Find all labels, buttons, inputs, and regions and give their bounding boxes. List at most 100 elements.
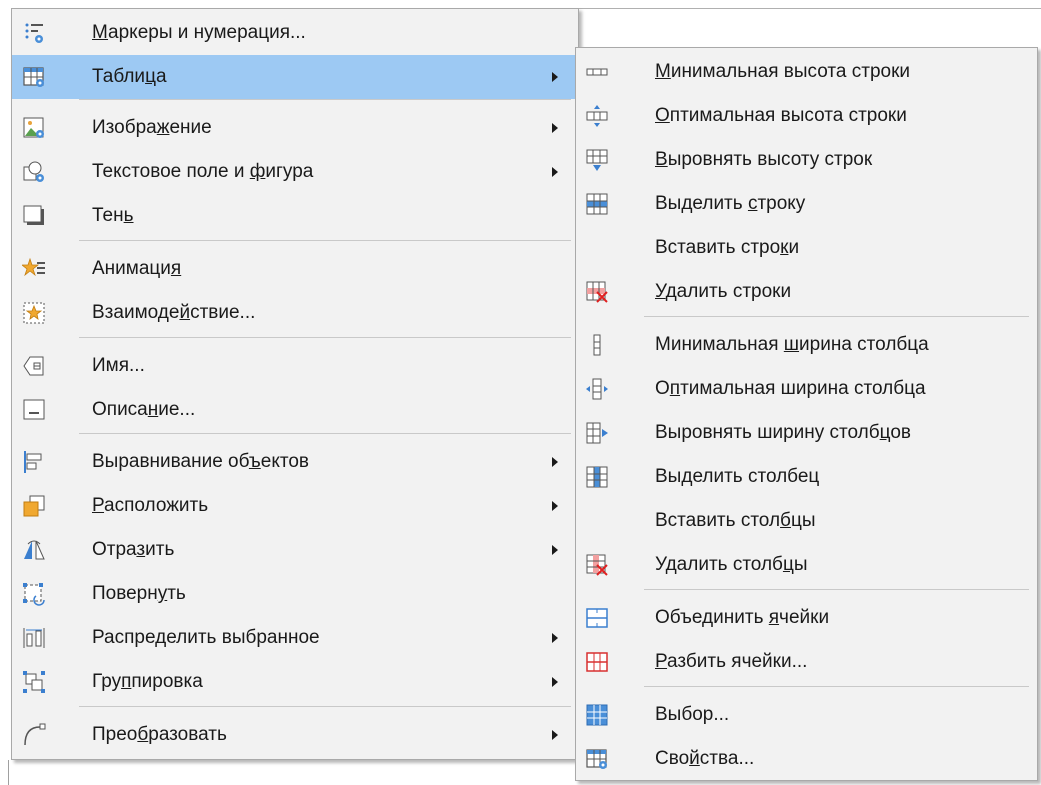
menu-item-description[interactable]: Описание... [12,388,578,432]
text-box-shape-icon [22,160,46,184]
menu-item-table-properties[interactable]: Свойства... [576,737,1037,781]
flip-icon [22,538,46,562]
menu-item-label: Удалить строки [655,281,792,302]
menu-item-label: Оптимальная ширина столбца [655,378,926,399]
menu-item-select-column[interactable]: Выделить столбец [576,455,1037,499]
menu-item-min-column-width[interactable]: Минимальная ширина столбца [576,323,1037,367]
menu-item-label: Взаимодействие... [92,302,256,323]
rotate-icon [22,582,46,606]
menu-item-delete-columns[interactable]: Удалить столбцы [576,543,1037,587]
menu-item-text-box-shape[interactable]: Текстовое поле и фигура [12,150,578,194]
distribute-icon [22,626,46,650]
window-edge-top [578,8,1041,9]
menu-item-label: Таблица [92,66,167,87]
menu-item-label: Выравнивание объектов [92,451,310,472]
bullets-numbering-icon [22,21,46,45]
submenu-arrow-icon [552,501,558,511]
menu-item-label: Распределить выбранное [92,627,320,648]
menu-item-merge-cells[interactable]: Объединить ячейки [576,596,1037,640]
optimal-column-width-icon [585,377,609,401]
menu-item-label: Вставить строки [655,237,800,258]
submenu-arrow-icon [552,730,558,740]
split-cells-icon [585,650,609,674]
menu-item-label: Отразить [92,539,175,560]
delete-rows-icon [585,280,609,304]
menu-item-distribute-columns[interactable]: Выровнять ширину столбцов [576,411,1037,455]
menu-item-optimal-column-width[interactable]: Оптимальная ширина столбца [576,367,1037,411]
menu-item-delete-rows[interactable]: Удалить строки [576,270,1037,314]
delete-columns-icon [585,553,609,577]
menu-item-animation[interactable]: Анимация [12,247,578,291]
menu-item-bullets-numbering[interactable]: Маркеры и нумерация... [12,11,578,55]
table-submenu: Минимальная высота строки Оптимальная вы… [575,47,1038,781]
menu-item-convert[interactable]: Преобразовать [12,713,578,757]
menu-item-label: Свойства... [655,748,755,769]
menu-item-align-objects[interactable]: Выравнивание объектов [12,440,578,484]
animation-icon [22,257,46,281]
group-icon [22,670,46,694]
submenu-arrow-icon [552,72,558,82]
min-column-width-icon [585,333,609,357]
menu-item-label: Маркеры и нумерация... [92,22,306,43]
align-objects-icon [22,450,46,474]
convert-icon [22,723,46,747]
menu-item-distribute[interactable]: Распределить выбранное [12,616,578,660]
menu-separator [79,240,571,241]
menu-item-optimal-row-height[interactable]: Оптимальная высота строки [576,94,1037,138]
menu-item-label: Объединить ячейки [655,607,830,628]
menu-item-interaction[interactable]: Взаимодействие... [12,291,578,335]
menu-item-arrange[interactable]: Расположить [12,484,578,528]
distribute-rows-icon [585,148,609,172]
menu-separator [79,433,571,434]
menu-item-label: Текстовое поле и фигура [92,161,314,182]
menu-separator [79,99,571,100]
optimal-row-height-icon [585,104,609,128]
menu-item-label: Минимальная высота строки [655,61,910,82]
image-icon [22,116,46,140]
merge-cells-icon [585,606,609,630]
menu-item-flip[interactable]: Отразить [12,528,578,572]
menu-item-label: Имя... [92,355,145,376]
menu-item-label: Оптимальная высота строки [655,105,907,126]
menu-item-rotate[interactable]: Повернуть [12,572,578,616]
submenu-arrow-icon [552,545,558,555]
menu-item-label: Группировка [92,671,203,692]
name-icon [22,354,46,378]
menu-item-image[interactable]: Изображение [12,106,578,150]
menu-item-shadow[interactable]: Тень [12,194,578,238]
distribute-columns-icon [585,421,609,445]
menu-item-insert-columns[interactable]: Вставить столбцы [576,499,1037,543]
menu-item-insert-rows[interactable]: Вставить строки [576,226,1037,270]
menu-item-table[interactable]: Таблица [12,55,578,99]
menu-item-label: Вставить столбцы [655,510,816,531]
menu-item-label: Разбить ячейки... [655,651,808,672]
window-edge [8,760,9,785]
menu-item-label: Выровнять высоту строк [655,149,873,170]
shadow-icon [22,204,46,228]
submenu-arrow-icon [552,633,558,643]
context-menu: Маркеры и нумерация... Таблица Изображен… [11,8,579,760]
menu-item-distribute-rows[interactable]: Выровнять высоту строк [576,138,1037,182]
menu-item-min-row-height[interactable]: Минимальная высота строки [576,50,1037,94]
menu-separator [79,706,571,707]
submenu-arrow-icon [552,457,558,467]
menu-item-select-row[interactable]: Выделить строку [576,182,1037,226]
menu-item-split-cells[interactable]: Разбить ячейки... [576,640,1037,684]
menu-item-group[interactable]: Группировка [12,660,578,704]
menu-item-label: Расположить [92,495,209,516]
menu-item-label: Анимация [92,258,182,279]
select-column-icon [585,465,609,489]
submenu-arrow-icon [552,677,558,687]
menu-separator [79,337,571,338]
menu-item-select-table[interactable]: Выбор... [576,693,1037,737]
menu-item-label: Выбор... [655,704,730,725]
menu-item-name[interactable]: Имя... [12,344,578,388]
menu-item-label: Выделить строку [655,193,806,214]
select-table-icon [585,703,609,727]
menu-item-label: Минимальная ширина столбца [655,334,929,355]
menu-item-label: Повернуть [92,583,186,604]
submenu-arrow-icon [552,123,558,133]
min-row-height-icon [585,60,609,84]
menu-item-label: Выровнять ширину столбцов [655,422,911,443]
menu-separator [644,316,1029,317]
